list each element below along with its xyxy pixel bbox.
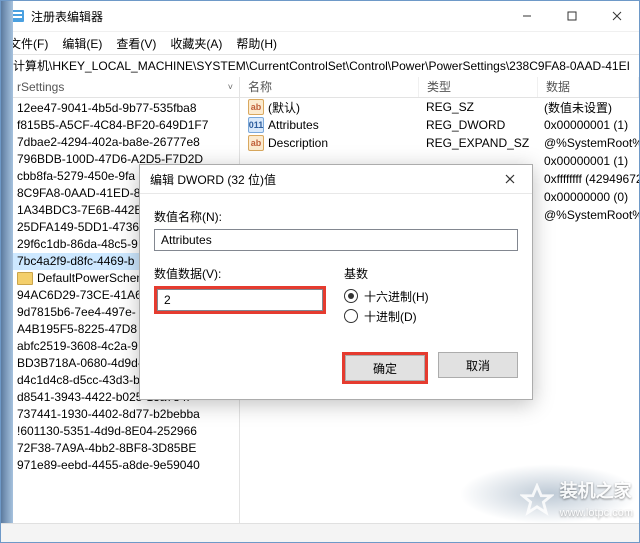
value-data-label: 数值数据(V): (154, 265, 326, 282)
menu-file[interactable]: 文件(F) (9, 35, 48, 52)
tree-header[interactable]: rSettings ˅ (13, 77, 239, 98)
tree-item-label: !601130-5351-4d9d-8E04-252966 (17, 423, 197, 440)
ok-button[interactable]: 确定 (345, 355, 425, 381)
value-row[interactable]: ab Description REG_EXPAND_SZ@%SystemRoot%\ (240, 134, 639, 152)
tree-item[interactable]: 971e89-eebd-4455-a8de-9e59040 (13, 457, 239, 474)
cancel-button[interactable]: 取消 (438, 352, 518, 378)
dialog-title: 编辑 DWORD (32 位)值 (150, 171, 276, 188)
maximize-button[interactable] (549, 1, 594, 31)
tree-item-label: A4B195F5-8225-47D8 (17, 321, 137, 338)
titlebar: 注册表编辑器 (1, 1, 639, 32)
tree-item-label: 72F38-7A9A-4bb2-8BF8-3D85BE (17, 440, 196, 457)
value-data: @%SystemRoot%\ (536, 136, 639, 150)
edit-dword-dialog: 编辑 DWORD (32 位)值 数值名称(N): 数值数据(V): 基数 (139, 164, 533, 400)
star-icon (520, 483, 554, 520)
value-name: Description (268, 136, 328, 150)
tree-item[interactable]: 7dbae2-4294-402a-ba8e-26777e8 (13, 134, 239, 151)
app-title: 注册表编辑器 (31, 8, 103, 25)
sort-arrow: ˅ (228, 77, 233, 97)
value-row[interactable]: 011 Attributes REG_DWORD0x00000001 (1) (240, 116, 639, 134)
value-name-label: 数值名称(N): (154, 208, 518, 225)
value-type: REG_SZ (418, 100, 536, 114)
tree-item-label: BD3B718A-0680-4d9d- (17, 355, 142, 372)
value-name: Attributes (268, 118, 319, 132)
value-data-field[interactable] (157, 289, 323, 311)
watermark: 装机之家 www.lotpc.com (520, 482, 633, 520)
tree-item[interactable]: f815B5-A5CF-4C84-BF20-649D1F7 (13, 117, 239, 134)
watermark-brand: 装机之家 (560, 481, 632, 501)
tree-item-label: abfc2519-3608-4c2a-9 (17, 338, 138, 355)
value-type: REG_EXPAND_SZ (418, 136, 536, 150)
tree-item-label: 9d7815b6-7ee4-497e- (17, 304, 136, 321)
minimize-button[interactable] (504, 1, 549, 31)
radio-hex-icon (344, 289, 358, 303)
tree-item-label: 1A34BDC3-7E6B-442E (17, 202, 142, 219)
menubar: 文件(F) 编辑(E) 查看(V) 收藏夹(A) 帮助(H) (1, 32, 639, 55)
statusbar (1, 523, 639, 542)
tree-item-label: 12ee47-9041-4b5d-9b77-535fba8 (17, 100, 197, 117)
value-data: 0xffffffff (4294967295 (536, 172, 639, 186)
tree-item[interactable]: 737441-1930-4402-8d77-b2bebba (13, 406, 239, 423)
ok-highlight: 确定 (342, 352, 428, 384)
menu-help[interactable]: 帮助(H) (236, 35, 277, 52)
tree-item-label: 8C9FA8-0AAD-41ED-83 (17, 185, 147, 202)
tree-item-label: f815B5-A5CF-4C84-BF20-649D1F7 (17, 117, 208, 134)
col-name[interactable]: 名称 (240, 77, 419, 97)
string-value-icon: ab (248, 135, 264, 151)
list-header[interactable]: 名称 类型 数据 (240, 77, 639, 98)
menu-view[interactable]: 查看(V) (116, 35, 156, 52)
tree-item-label: 7bc4a2f9-d8fc-4469-b (17, 253, 134, 270)
tree-item-label: 7dbae2-4294-402a-ba8e-26777e8 (17, 134, 200, 151)
value-data: 0x00000001 (1) (536, 154, 639, 168)
value-data: 0x00000000 (0) (536, 190, 639, 204)
tree-item-label: 737441-1930-4402-8d77-b2bebba (17, 406, 200, 423)
col-type[interactable]: 类型 (419, 77, 538, 97)
col-data[interactable]: 数据 (538, 77, 639, 97)
string-value-icon: ab (248, 99, 264, 115)
base-label: 基数 (344, 265, 518, 282)
value-type: REG_DWORD (418, 118, 536, 132)
menu-fav[interactable]: 收藏夹(A) (170, 35, 222, 52)
tree-item-label: 25DFA149-5DD1-4736 (17, 219, 139, 236)
radio-dec[interactable]: 十进制(D) (344, 306, 518, 326)
close-button[interactable] (594, 1, 639, 31)
radio-hex[interactable]: 十六进制(H) (344, 286, 518, 306)
value-data: 0x00000001 (1) (536, 118, 639, 132)
value-data: @%SystemRoot%\ (536, 208, 639, 222)
menu-edit[interactable]: 编辑(E) (62, 35, 102, 52)
tree-item[interactable]: 72F38-7A9A-4bb2-8BF8-3D85BE (13, 440, 239, 457)
tree-item[interactable]: !601130-5351-4d9d-8E04-252966 (13, 423, 239, 440)
folder-icon (17, 272, 33, 285)
tree-item-label: 971e89-eebd-4455-a8de-9e59040 (17, 457, 200, 474)
app-icon (9, 8, 25, 24)
radio-dec-icon (344, 309, 358, 323)
address-bar[interactable]: 计算机\HKEY_LOCAL_MACHINE\SYSTEM\CurrentCon… (1, 55, 639, 78)
binary-value-icon: 011 (248, 117, 264, 133)
tree-item[interactable]: 12ee47-9041-4b5d-9b77-535fba8 (13, 100, 239, 117)
dialog-close-button[interactable] (496, 170, 524, 188)
value-data-highlight (154, 286, 326, 314)
value-row[interactable]: ab(默认) REG_SZ(数值未设置) (240, 98, 639, 116)
tree-item-label: 94AC6D29-73CE-41A6 (17, 287, 142, 304)
tree-item-label: DefaultPowerSchem (37, 270, 146, 287)
value-name: (默认) (268, 99, 300, 116)
tree-item-label: 29f6c1db-86da-48c5-9 (17, 236, 138, 253)
value-name-field[interactable] (154, 229, 518, 251)
tree-item-label: cbb8fa-5279-450e-9fa (17, 168, 135, 185)
watermark-url: www.lotpc.com (560, 507, 633, 519)
value-data: (数值未设置) (536, 99, 639, 116)
